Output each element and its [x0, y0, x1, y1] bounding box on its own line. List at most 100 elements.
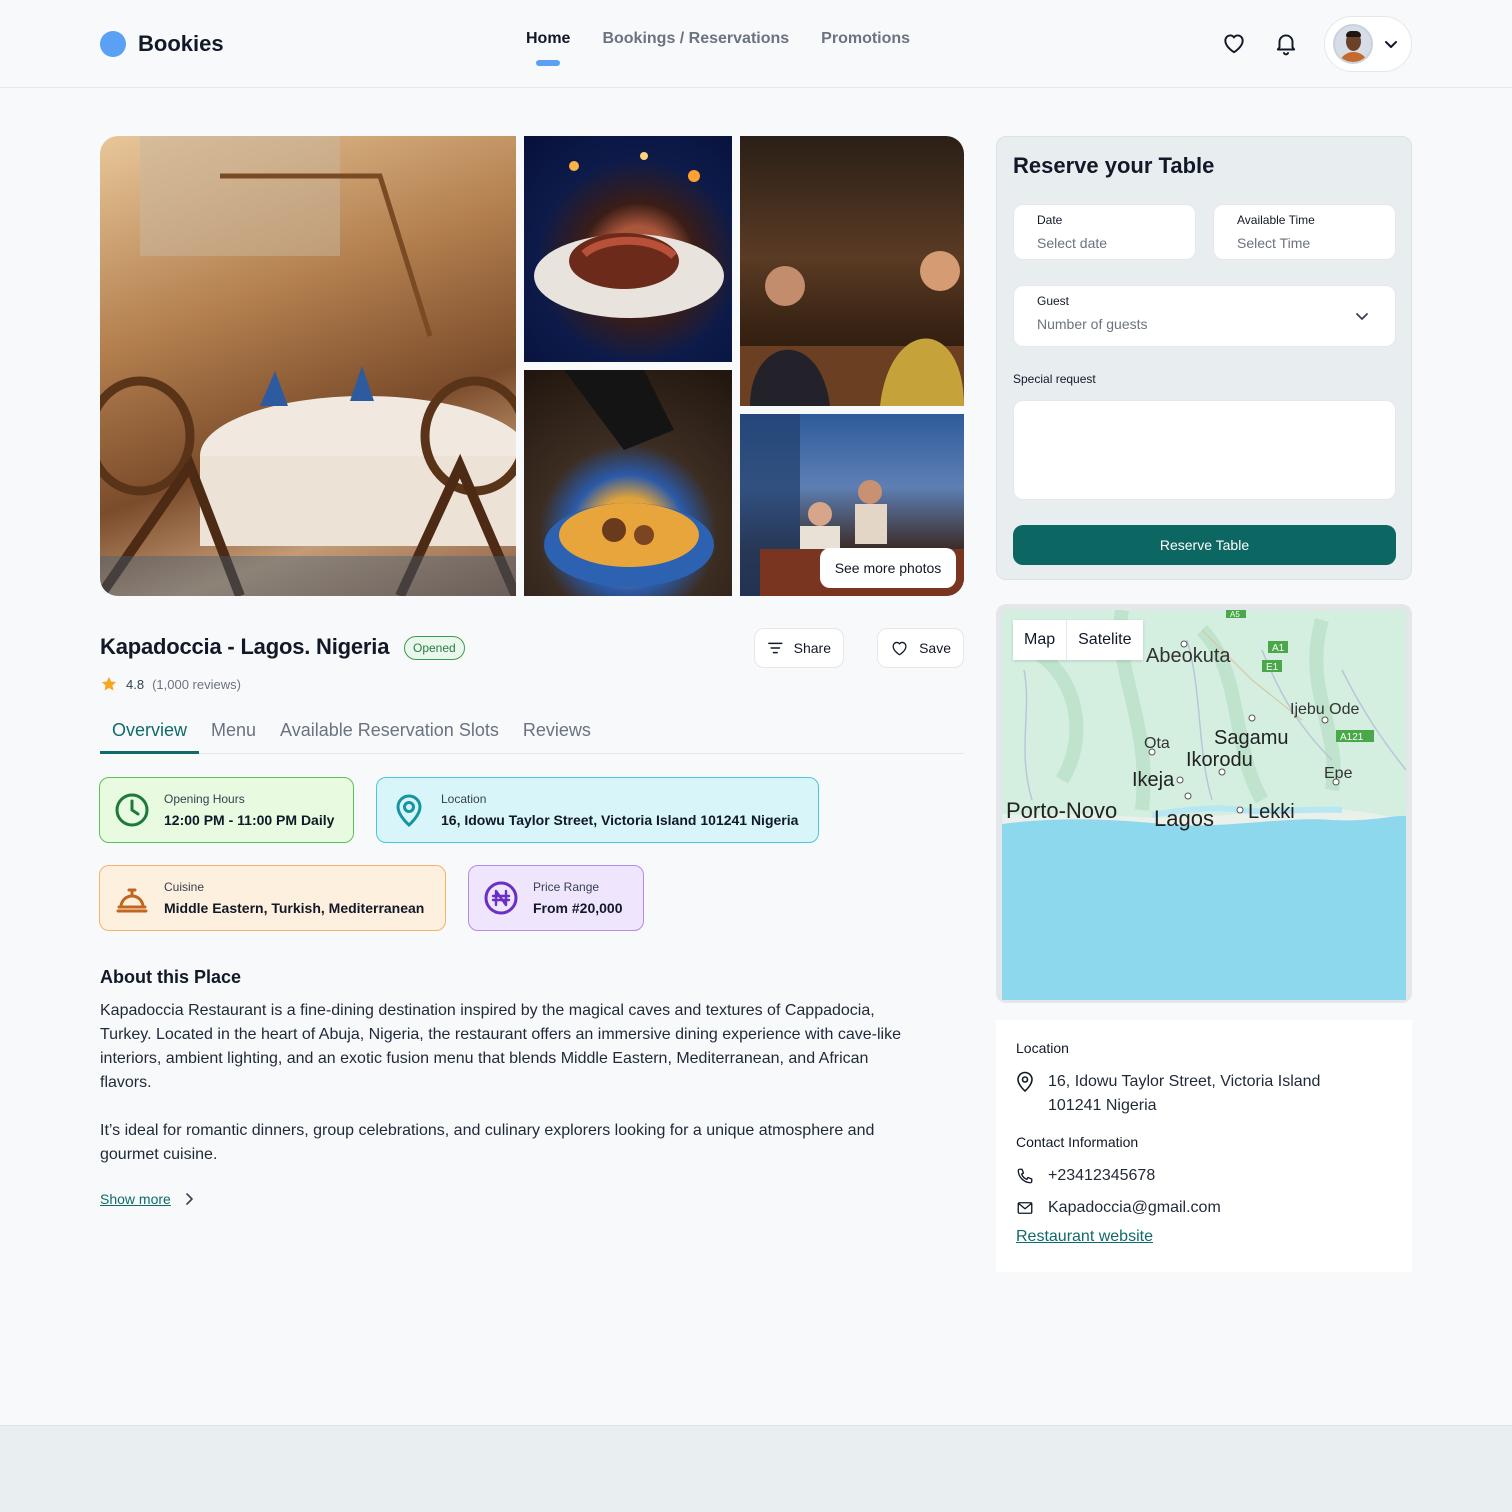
about-text-line: gourmet cuisine.	[100, 1146, 218, 1163]
gallery-photo-plated-dish[interactable]	[524, 370, 732, 596]
email-address: Kapadoccia@gmail.com	[1048, 1199, 1221, 1216]
contact-card: Location 16, Idowu Taylor Street, Victor…	[996, 1020, 1412, 1272]
cuisine-card: Cuisine Middle Eastern, Turkish, Mediter…	[99, 865, 446, 931]
guest-label: Guest	[1037, 294, 1070, 308]
tab-reservation-slots[interactable]: Available Reservation Slots	[268, 714, 511, 754]
map-view[interactable]: Abeokuta Ijebu Ode Ota Sagamu Ikorodu Ik…	[1002, 610, 1406, 1000]
profile-menu[interactable]	[1324, 16, 1412, 72]
reserve-table-button[interactable]: Reserve Table	[1013, 525, 1396, 565]
contact-address: 16, Idowu Taylor Street, Victoria Island…	[1016, 1070, 1320, 1118]
show-more-link[interactable]: Show more	[100, 1191, 193, 1207]
nav-promotions[interactable]: Promotions	[821, 30, 910, 48]
reserve-heading: Reserve your Table	[1013, 153, 1215, 178]
footer	[0, 1425, 1512, 1512]
heart-icon[interactable]	[1221, 30, 1247, 56]
brand-logo[interactable]: Bookies	[100, 31, 224, 57]
chevron-down-icon	[1385, 41, 1397, 48]
location-pin-icon	[396, 794, 422, 827]
map-label-sagamu: Sagamu	[1214, 727, 1289, 749]
naira-icon	[484, 881, 518, 915]
gallery-photo-steak[interactable]	[524, 136, 732, 362]
time-label: Available Time	[1237, 213, 1315, 227]
map-toggle-satellite[interactable]: Satelite	[1067, 620, 1142, 660]
avatar	[1333, 24, 1373, 64]
save-button[interactable]: Save	[877, 628, 964, 668]
road-label-a121: A121	[1340, 732, 1364, 743]
location-label: Location	[441, 792, 487, 806]
map-toggle-map[interactable]: Map	[1013, 620, 1068, 660]
about-text-line: Kapadoccia Restaurant is a fine-dining d…	[100, 1002, 875, 1019]
detail-tabs: Overview Menu Available Reservation Slot…	[100, 714, 964, 754]
location-pin-icon	[1017, 1071, 1033, 1093]
brand-dot-icon	[100, 31, 126, 57]
special-request-label: Special request	[1013, 372, 1096, 386]
share-button[interactable]: Share	[754, 628, 844, 668]
brand-name: Bookies	[138, 31, 224, 56]
time-field[interactable]: Available Time Select Time	[1213, 204, 1396, 260]
tab-reviews[interactable]: Reviews	[511, 714, 603, 754]
gallery-photo-dining-room[interactable]	[100, 136, 516, 596]
svg-text:Abeokuta: Abeokuta	[1146, 645, 1231, 667]
map-label-porto-novo: Porto-Novo	[1006, 798, 1117, 823]
contact-info-heading: Contact Information	[1016, 1134, 1139, 1150]
gallery-photo-couple-dinner[interactable]	[740, 136, 964, 406]
nav-bookings[interactable]: Bookings / Reservations	[602, 30, 789, 48]
price-range-card: Price Range From #20,000	[468, 865, 644, 931]
road-label-a1: A1	[1272, 643, 1285, 654]
date-label: Date	[1037, 213, 1063, 227]
main-nav: Home Bookings / Reservations Promotions	[526, 30, 910, 66]
top-navbar: Bookies Home Bookings / Reservations Pro…	[0, 0, 1512, 88]
contact-phone[interactable]: +23412345678	[1016, 1164, 1155, 1188]
about-heading: About this Place	[100, 967, 242, 987]
price-range-value: From #20,000	[533, 900, 623, 916]
status-badge: Opened	[404, 636, 465, 660]
guest-select[interactable]: Guest Number of guests	[1013, 285, 1396, 347]
about-text-line: interiors, ambient lighting, and an exot…	[100, 1050, 869, 1067]
cuisine-value: Middle Eastern, Turkish, Mediterranean	[164, 900, 425, 916]
clock-icon	[115, 793, 149, 827]
contact-email[interactable]: Kapadoccia@gmail.com	[1016, 1196, 1221, 1220]
nav-home[interactable]: Home	[526, 30, 570, 66]
time-placeholder: Select Time	[1237, 235, 1311, 251]
about-text-line: flavors.	[100, 1074, 152, 1091]
phone-number: +23412345678	[1048, 1167, 1156, 1184]
bell-icon[interactable]	[1273, 30, 1299, 56]
tab-menu[interactable]: Menu	[199, 714, 268, 754]
price-range-label: Price Range	[533, 880, 600, 894]
address-line-2: 101241 Nigeria	[1048, 1097, 1157, 1114]
road-label-a5: A5	[1230, 610, 1240, 619]
map-type-toggle: Map Satelite	[1013, 620, 1143, 660]
restaurant-website-link[interactable]: Restaurant website	[1016, 1228, 1153, 1246]
share-label: Share	[793, 640, 831, 656]
about-text-line: Turkey. Located in the heart of Abuja, N…	[100, 1026, 902, 1043]
contact-location-heading: Location	[1016, 1040, 1069, 1056]
guest-placeholder: Number of guests	[1037, 316, 1148, 332]
map-label-abeokuta: Abeokuta	[1146, 645, 1231, 667]
special-request-input[interactable]	[1013, 400, 1396, 500]
map-container: Abeokuta Ijebu Ode Ota Sagamu Ikorodu Ik…	[996, 604, 1412, 1003]
date-field[interactable]: Date Select date	[1013, 204, 1196, 260]
cloche-icon	[116, 888, 148, 913]
date-placeholder: Select date	[1037, 235, 1108, 251]
tab-overview[interactable]: Overview	[100, 714, 200, 754]
save-label: Save	[919, 640, 951, 656]
review-count: (1,000 reviews)	[152, 676, 241, 692]
chevron-down-icon	[1356, 313, 1368, 320]
map-label-ikeja: Ikeja	[1132, 769, 1175, 791]
opening-hours-label: Opening Hours	[164, 792, 245, 806]
map-label-ikorodu: Ikorodu	[1186, 749, 1253, 771]
location-card: Location 16, Idowu Taylor Street, Victor…	[376, 777, 819, 843]
map-label-lagos: Lagos	[1154, 806, 1214, 831]
restaurant-name: Kapadoccia - Lagos. Nigeria	[100, 634, 390, 659]
reserve-panel: Reserve your Table Date Select date Avai…	[996, 136, 1412, 580]
star-icon	[101, 676, 117, 691]
road-label-e1: E1	[1266, 662, 1279, 673]
filter-lines-icon	[768, 642, 783, 654]
rating-value: 4.8	[126, 676, 145, 692]
address-line-1: 16, Idowu Taylor Street, Victoria Island	[1048, 1073, 1321, 1090]
see-more-photos-button[interactable]: See more photos	[820, 548, 956, 588]
chevron-right-icon	[186, 1193, 193, 1205]
location-value: 16, Idowu Taylor Street, Victoria Island…	[441, 812, 799, 828]
opening-hours-value: 12:00 PM - 11:00 PM Daily	[164, 812, 335, 828]
map-label-ota: Ota	[1144, 735, 1170, 752]
